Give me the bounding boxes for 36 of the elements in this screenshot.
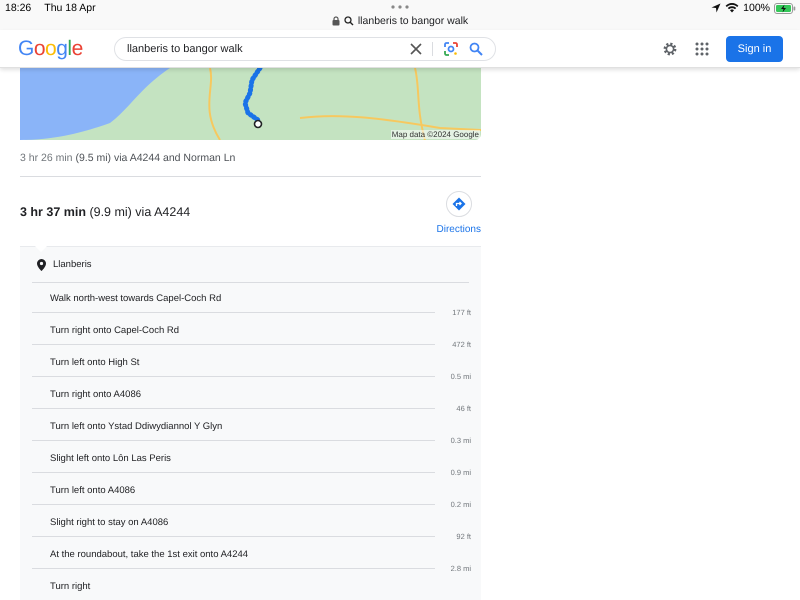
battery-percent: 100%: [743, 2, 770, 14]
search-icon: [344, 16, 354, 26]
close-icon[interactable]: [410, 42, 422, 54]
google-logo[interactable]: Google: [18, 36, 114, 60]
step-instruction: Turn left onto Ystad Ddiwydiannol Y Glyn: [50, 421, 222, 432]
status-time: 18:26: [5, 2, 32, 14]
apps-grid-icon[interactable]: [695, 42, 709, 56]
map-attribution: Map data ©2024 Google: [390, 130, 480, 139]
search-icon[interactable]: [469, 42, 483, 56]
status-date: Thu 18 Apr: [44, 2, 96, 14]
settings-icon[interactable]: [662, 40, 678, 56]
step-instruction: Walk north-west towards Capel-Coch Rd: [50, 293, 222, 304]
location-pin-icon: [37, 258, 46, 270]
directions-button[interactable]: Directions: [436, 191, 481, 235]
route-summary: 3 hr 37 min (9.9 mi) via A4244: [20, 205, 190, 219]
step-instruction: Turn right: [50, 581, 90, 592]
alternative-route-text[interactable]: 3 hr 26 min (9.5 mi) via A4244 and Norman Ln: [20, 152, 481, 164]
sign-in-button[interactable]: Sign in: [726, 36, 783, 62]
step-instruction: Turn right onto A4086: [50, 389, 142, 400]
location-icon: [711, 3, 722, 13]
step-instruction: Slight left onto Lôn Las Peris: [50, 453, 171, 464]
address-bar[interactable]: llanberis to bangor walk: [330, 15, 470, 27]
step-instruction: Turn right onto Capel-Coch Rd: [50, 325, 180, 336]
more-icon[interactable]: [391, 5, 409, 9]
step-instruction: Slight right to stay on A4086: [50, 517, 168, 528]
search-field[interactable]: llanberis to bangor walk: [127, 42, 400, 54]
search-bar[interactable]: llanberis to bangor walk: [114, 36, 496, 60]
step-instruction: Turn left onto High St: [50, 357, 140, 368]
camera-lens-icon[interactable]: [443, 40, 459, 56]
battery-charging-icon: [774, 2, 796, 14]
lock-icon: [332, 16, 340, 26]
wifi-icon: [725, 3, 740, 13]
directions-icon: [452, 197, 466, 211]
step-instruction: At the roundabout, take the 1st exit onto A4244: [50, 549, 248, 560]
start-location: Llanberis: [53, 259, 92, 270]
step-instruction: Turn left onto A4086: [50, 485, 136, 496]
